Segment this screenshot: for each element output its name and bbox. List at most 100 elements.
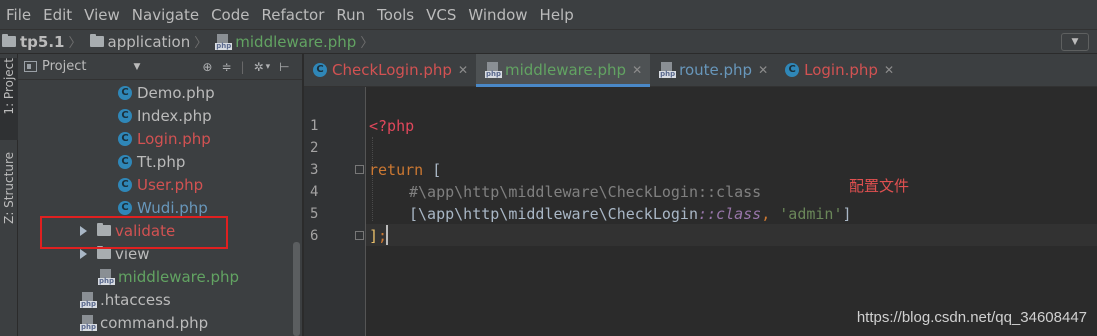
tree-item-demo[interactable]: C Demo.php <box>118 81 215 104</box>
tab-checklogin[interactable]: C CheckLogin.php ✕ <box>304 54 476 86</box>
tree-item-command[interactable]: command.php <box>80 311 208 334</box>
line-number: 2 <box>310 140 319 156</box>
php-file-icon <box>659 62 677 78</box>
code-text: [\app\http\middleware\CheckLogin <box>409 205 698 223</box>
expand-arrow-icon[interactable] <box>80 248 87 259</box>
code-line-5: [\app\http\middleware\CheckLogin::class,… <box>409 203 852 225</box>
collapse-all-icon[interactable]: ≑ <box>221 60 231 74</box>
code-punctuation: , <box>761 205 780 223</box>
breadcrumb-project[interactable]: tp5.1 〉 <box>0 32 88 51</box>
tree-item-label: Index.php <box>137 106 212 125</box>
php-file-icon <box>98 268 116 285</box>
tree-item-tt[interactable]: C Tt.php <box>118 150 185 173</box>
php-class-icon: C <box>118 85 132 100</box>
tree-item-label: User.php <box>137 175 204 194</box>
tab-label: middleware.php <box>505 61 627 79</box>
keyword-return: return <box>369 161 424 179</box>
project-panel-title[interactable]: Project <box>42 59 86 74</box>
close-icon[interactable]: ✕ <box>632 63 642 77</box>
current-line-highlight <box>366 224 1097 246</box>
code-line-1: <?php <box>369 115 414 137</box>
annotation-label: 配置文件 <box>849 177 910 195</box>
tab-middleware[interactable]: middleware.php ✕ <box>476 54 651 87</box>
caret-down-icon[interactable]: ▼ <box>133 62 140 72</box>
breadcrumb-file[interactable]: middleware.php 〉 <box>213 32 379 51</box>
highlight-annotation-box <box>40 216 228 249</box>
php-class-icon: C <box>313 63 327 77</box>
code-line-6: ]; <box>369 225 387 247</box>
tool-tab-structure[interactable]: Z: Structure <box>0 152 18 252</box>
code-bracket: ] <box>369 227 379 245</box>
caret-down-icon[interactable]: ▾ <box>266 62 271 72</box>
php-class-icon: C <box>118 131 132 146</box>
caret-down-icon: ▼ <box>1071 37 1079 47</box>
tab-label: CheckLogin.php <box>332 61 452 79</box>
code-line-4: #\app\http\middleware\CheckLogin::class <box>409 181 761 203</box>
code-comment: #\app\http\middleware\CheckLogin::class <box>409 183 762 201</box>
tree-item-middleware[interactable]: middleware.php <box>98 265 239 288</box>
tree-item-htaccess[interactable]: .htaccess <box>80 288 171 311</box>
tab-login[interactable]: C Login.php ✕ <box>776 54 902 86</box>
menu-view[interactable]: View <box>78 0 126 30</box>
close-icon[interactable]: ✕ <box>758 63 768 77</box>
line-number: 3 <box>310 162 319 178</box>
php-open-tag: <?php <box>369 117 415 135</box>
menu-edit[interactable]: Edit <box>37 0 78 30</box>
line-number: 1 <box>310 118 319 134</box>
hide-panel-icon[interactable]: ⊢ <box>279 60 289 74</box>
php-file-icon <box>485 62 503 78</box>
chevron-right-icon: 〉 <box>194 36 208 51</box>
fold-marker-icon[interactable] <box>355 231 364 240</box>
folder-icon <box>89 34 104 47</box>
tree-item-index[interactable]: C Index.php <box>118 104 212 127</box>
folder-icon <box>2 34 16 47</box>
tab-route[interactable]: route.php ✕ <box>650 54 776 86</box>
code-text: ] <box>842 205 852 223</box>
tree-item-login[interactable]: C Login.php <box>118 127 211 150</box>
tree-item-label: Tt.php <box>137 152 186 171</box>
menu-tools[interactable]: Tools <box>371 0 420 30</box>
locate-icon[interactable]: ⊕ <box>202 60 212 74</box>
code-line-3: return [ <box>369 159 441 181</box>
tree-item-user[interactable]: C User.php <box>118 173 203 196</box>
code-editor[interactable]: 1 2 3 4 5 6 <?php return [ #\app\http\mi… <box>304 87 1097 336</box>
tool-tab-label: Z: Structure <box>2 152 16 224</box>
breadcrumb-folder[interactable]: application 〉 <box>88 32 214 51</box>
fold-marker-icon[interactable] <box>355 165 364 174</box>
line-number: 5 <box>310 206 319 222</box>
line-number-gutter: 1 2 3 4 5 6 <box>304 87 366 336</box>
tool-tab-project[interactable]: 1: Project <box>0 58 18 140</box>
php-file-icon <box>80 314 98 331</box>
tree-item-label: .htaccess <box>100 290 171 309</box>
menu-code[interactable]: Code <box>205 0 255 30</box>
menu-navigate[interactable]: Navigate <box>126 0 205 30</box>
tree-item-label: middleware.php <box>118 267 240 286</box>
tool-tab-label: 1: Project <box>2 58 16 115</box>
menu-vcs[interactable]: VCS <box>420 0 462 30</box>
php-class-icon: C <box>118 154 132 169</box>
menu-run[interactable]: Run <box>330 0 371 30</box>
watermark: https://blog.csdn.net/qq_34608447 <box>856 309 1087 326</box>
menu-bar: File Edit View Navigate Code Refactor Ru… <box>0 0 1097 30</box>
code-operator: :: <box>697 205 717 223</box>
project-panel: Project ▼ ⊕ ≑ | ✲ ▾ ⊢ C Demo.php C Index… <box>18 54 303 336</box>
menu-window[interactable]: Window <box>462 0 533 30</box>
line-number: 4 <box>310 184 319 200</box>
code-text: [ <box>423 161 442 179</box>
tree-scrollbar[interactable] <box>293 242 300 336</box>
nav-dropdown-button[interactable]: ▼ <box>1061 33 1089 51</box>
menu-help[interactable]: Help <box>534 0 580 30</box>
close-icon[interactable]: ✕ <box>884 63 894 77</box>
close-icon[interactable]: ✕ <box>458 63 468 77</box>
navigation-bar: tp5.1 〉 application 〉 middleware.php 〉 ▼ <box>0 30 1097 54</box>
menu-refactor[interactable]: Refactor <box>255 0 330 30</box>
gear-icon[interactable]: ✲ <box>254 60 264 74</box>
divider: | <box>240 59 245 74</box>
chevron-right-icon: 〉 <box>360 36 374 51</box>
breadcrumb-label: middleware.php <box>235 32 357 51</box>
breadcrumb-label: application <box>107 32 191 51</box>
menu-file[interactable]: File <box>0 0 37 30</box>
breadcrumb-label: tp5.1 <box>20 32 65 51</box>
text-caret <box>386 225 388 245</box>
editor-tab-bar: C CheckLogin.php ✕ middleware.php ✕ rout… <box>304 54 1097 87</box>
